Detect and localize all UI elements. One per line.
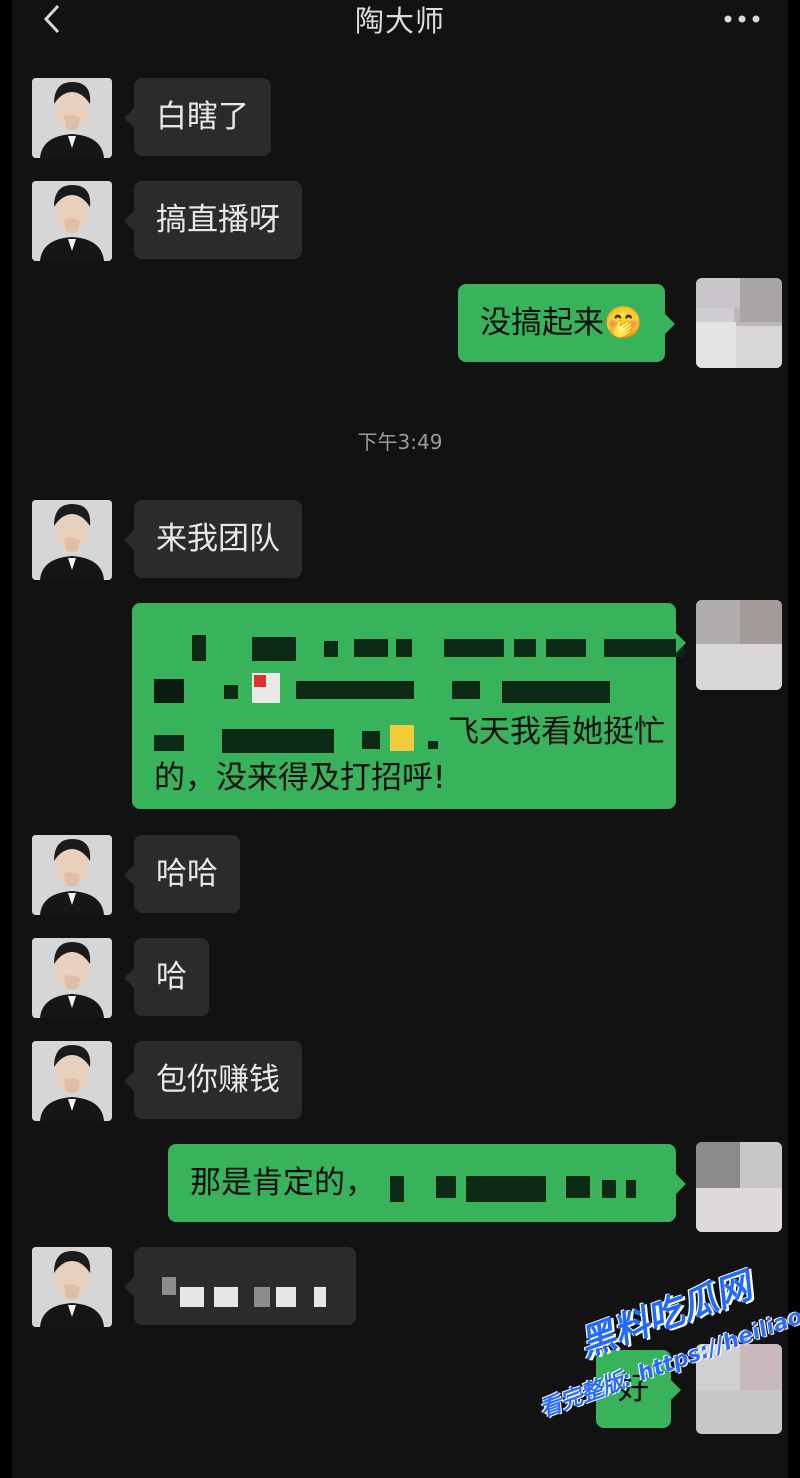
chat-title: 陶大师 <box>354 4 445 38</box>
more-button[interactable] <box>720 4 764 34</box>
message-bubble-incoming[interactable]: 白瞎了 <box>124 78 271 156</box>
pixelated-text <box>154 663 654 709</box>
message-text: 没搞起来 <box>480 305 604 341</box>
contact-avatar[interactable] <box>32 1247 112 1327</box>
self-avatar[interactable] <box>696 278 782 368</box>
message-text: 的，没来得及打招呼! <box>154 760 446 796</box>
message-text: 哈 <box>156 959 187 995</box>
contact-avatar[interactable] <box>32 938 112 1018</box>
chevron-left-icon <box>43 4 60 34</box>
message-bubble-incoming[interactable] <box>124 1247 356 1325</box>
chat-header: 陶大师 <box>12 0 788 44</box>
message-bubble-outgoing[interactable]: 飞天我看她挺忙 的，没来得及打招呼! <box>132 603 686 809</box>
message-text: 飞天我看她挺忙 <box>448 714 665 750</box>
message-text: 哈哈 <box>156 856 218 892</box>
message-bubble-incoming[interactable]: 哈 <box>124 938 209 1016</box>
pixelated-text <box>154 617 684 663</box>
contact-avatar[interactable] <box>32 500 112 580</box>
back-button[interactable] <box>34 2 74 40</box>
person-avatar-icon <box>32 181 112 261</box>
chat-screen: 陶大师 白瞎了 搞直播呀 没搞起来🤭 下午3:49 来我团队 飞天我看她挺忙 的… <box>0 0 800 1478</box>
message-bubble-outgoing[interactable]: 没搞起来🤭 <box>458 284 675 362</box>
self-avatar[interactable] <box>696 600 782 690</box>
person-avatar-icon <box>32 500 112 580</box>
emoji-icon: 🤭 <box>604 305 643 341</box>
message-text: 来我团队 <box>156 521 280 557</box>
message-bubble-incoming[interactable]: 搞直播呀 <box>124 181 302 259</box>
person-avatar-icon <box>32 938 112 1018</box>
message-text: 那是肯定的， <box>190 1165 376 1201</box>
contact-avatar[interactable] <box>32 78 112 158</box>
person-avatar-icon <box>32 1247 112 1327</box>
message-bubble-incoming[interactable]: 来我团队 <box>124 500 302 578</box>
message-bubble-outgoing[interactable]: 那是肯定的， <box>168 1144 686 1222</box>
person-avatar-icon <box>32 835 112 915</box>
pixelated-text <box>390 1172 660 1202</box>
person-avatar-icon <box>32 78 112 158</box>
more-dots-icon <box>724 15 760 23</box>
timestamp: 下午3:49 <box>357 430 443 454</box>
contact-avatar[interactable] <box>32 181 112 261</box>
message-text: 白瞎了 <box>156 99 249 135</box>
contact-avatar[interactable] <box>32 1041 112 1121</box>
message-text: 搞直播呀 <box>156 202 280 238</box>
person-avatar-icon <box>32 1041 112 1121</box>
contact-avatar[interactable] <box>32 835 112 915</box>
message-text: 包你赚钱 <box>156 1062 280 1098</box>
message-bubble-incoming[interactable]: 哈哈 <box>124 835 240 913</box>
message-bubble-incoming[interactable]: 包你赚钱 <box>124 1041 302 1119</box>
pixelated-text <box>156 1273 336 1307</box>
pixelated-text: 飞天我看她挺忙 <box>154 709 665 755</box>
